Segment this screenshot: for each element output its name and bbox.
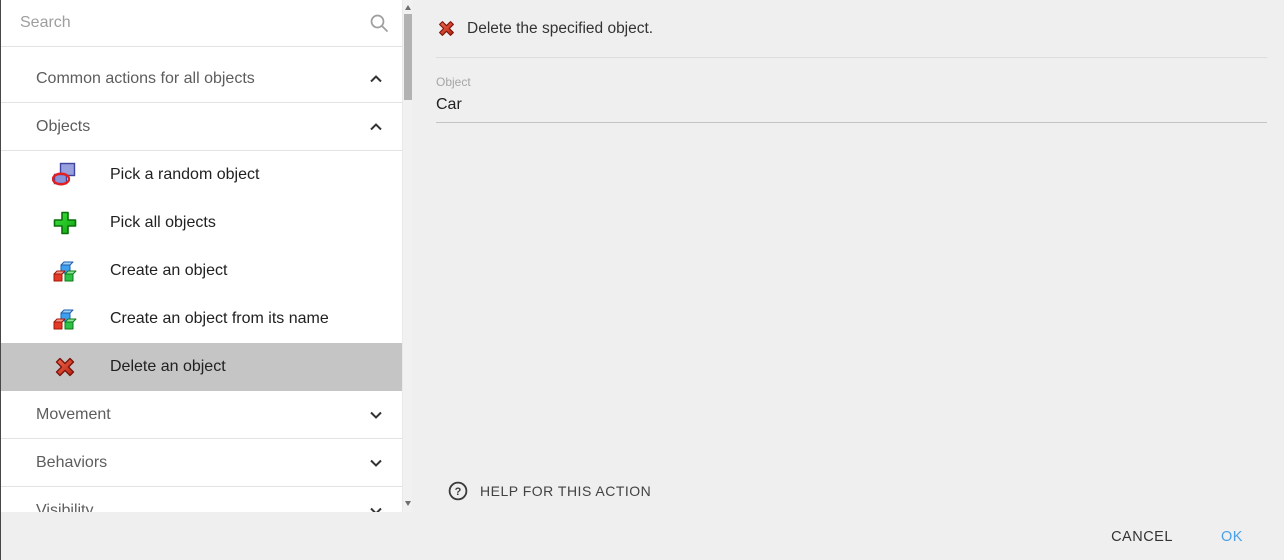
action-header: Delete the specified object. bbox=[436, 18, 653, 39]
cancel-button[interactable]: CANCEL bbox=[1105, 519, 1179, 555]
list-item-create-object[interactable]: Create an object bbox=[0, 247, 412, 295]
list-item-pick-random-object[interactable]: Pick a random object bbox=[0, 151, 412, 199]
category-label: Behaviors bbox=[36, 454, 107, 472]
category-visibility[interactable]: Visibility bbox=[0, 487, 412, 512]
help-button[interactable]: ? HELP FOR THIS ACTION bbox=[448, 481, 651, 501]
category-label: Movement bbox=[36, 406, 111, 424]
window-left-edge bbox=[0, 0, 1, 560]
header-divider bbox=[436, 57, 1267, 58]
list-item-delete-object[interactable]: Delete an object bbox=[0, 343, 412, 391]
category-movement[interactable]: Movement bbox=[0, 391, 412, 439]
scrollbar-up-arrow-icon[interactable] bbox=[405, 5, 411, 10]
category-common-actions[interactable]: Common actions for all objects bbox=[0, 55, 412, 103]
object-field-label: Object bbox=[436, 75, 1267, 89]
create-object-icon bbox=[52, 306, 78, 332]
list-item-create-object-from-name[interactable]: Create an object from its name bbox=[0, 295, 412, 343]
category-label: Objects bbox=[36, 118, 90, 136]
search-bar bbox=[0, 0, 412, 47]
object-field-input[interactable] bbox=[436, 92, 1267, 123]
pick-random-object-icon bbox=[52, 162, 78, 188]
action-label: Delete an object bbox=[110, 358, 226, 376]
category-behaviors[interactable]: Behaviors bbox=[0, 439, 412, 487]
list-item-pick-all-objects[interactable]: Pick all objects bbox=[0, 199, 412, 247]
action-label: Pick a random object bbox=[110, 166, 259, 184]
chevron-down-icon bbox=[368, 503, 384, 512]
svg-text:?: ? bbox=[455, 486, 462, 498]
ok-button[interactable]: OK bbox=[1205, 519, 1259, 555]
pick-all-objects-icon bbox=[52, 210, 78, 236]
search-input[interactable] bbox=[0, 0, 412, 46]
create-object-icon bbox=[52, 258, 78, 284]
category-label: Visibility bbox=[36, 502, 94, 513]
chevron-down-icon bbox=[368, 455, 384, 471]
action-label: Pick all objects bbox=[110, 214, 216, 232]
delete-object-icon bbox=[52, 354, 78, 380]
category-objects[interactable]: Objects bbox=[0, 103, 412, 151]
action-label: Create an object from its name bbox=[110, 310, 329, 328]
chevron-up-icon bbox=[368, 71, 384, 87]
action-detail-panel: Delete the specified object. Object ? HE… bbox=[412, 0, 1284, 512]
help-circle-icon: ? bbox=[448, 481, 468, 501]
dialog-footer: CANCEL OK bbox=[0, 512, 1284, 560]
new-action-dialog: Common actions for all objects Objects bbox=[0, 0, 1284, 560]
sidebar-scrollbar[interactable] bbox=[402, 0, 412, 512]
chevron-up-icon bbox=[368, 119, 384, 135]
scrollbar-thumb[interactable] bbox=[404, 14, 412, 100]
help-button-label: HELP FOR THIS ACTION bbox=[480, 483, 651, 499]
search-icon bbox=[368, 12, 390, 34]
object-field: Object bbox=[436, 75, 1267, 123]
actions-list: Common actions for all objects Objects bbox=[0, 47, 412, 512]
scrollbar-down-arrow-icon[interactable] bbox=[405, 501, 411, 506]
action-title: Delete the specified object. bbox=[467, 20, 653, 38]
category-label: Common actions for all objects bbox=[36, 70, 255, 88]
action-label: Create an object bbox=[110, 262, 227, 280]
delete-object-icon bbox=[436, 18, 457, 39]
chevron-down-icon bbox=[368, 407, 384, 423]
action-list-sidebar: Common actions for all objects Objects bbox=[0, 0, 412, 512]
